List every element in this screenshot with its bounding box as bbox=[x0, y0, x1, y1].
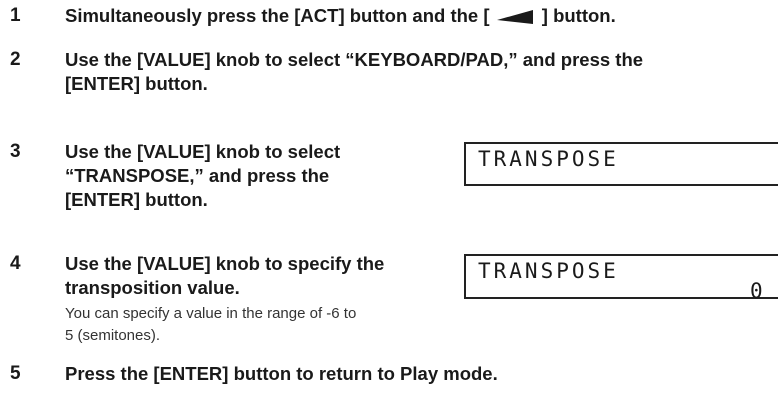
step-number: 3 bbox=[10, 141, 21, 162]
note-line: You can specify a value in the range of … bbox=[65, 305, 357, 322]
step-instruction: Simultaneously press the [ACT] button an… bbox=[65, 4, 616, 28]
instruction-line: transposition value. bbox=[65, 277, 240, 298]
left-arrow-icon bbox=[496, 10, 533, 25]
lcd-display: TRANSPOSE 0 bbox=[464, 254, 778, 303]
step-instruction: Use the [VALUE] knob to select “KEYBOARD… bbox=[65, 48, 643, 96]
note-line: 5 (semitones). bbox=[65, 327, 161, 344]
instruction-line: Use the [VALUE] knob to select bbox=[65, 141, 341, 162]
instruction-text: Simultaneously press the [ACT] button an… bbox=[65, 5, 490, 26]
step-instruction: Use the [VALUE] knob to select “TRANSPOS… bbox=[65, 140, 340, 212]
instruction-line: [ENTER] button. bbox=[65, 189, 208, 210]
step-number: 2 bbox=[10, 49, 21, 70]
lcd-display: TRANSPOSE bbox=[464, 142, 778, 186]
step-instruction: Use the [VALUE] knob to specify the tran… bbox=[65, 252, 384, 300]
instruction-text: ] button. bbox=[541, 5, 616, 26]
instruction-line: Press the [ENTER] button to return to Pl… bbox=[65, 363, 498, 384]
step-number: 4 bbox=[10, 253, 21, 274]
instruction-line: Use the [VALUE] knob to specify the bbox=[65, 253, 385, 274]
instruction-line: [ENTER] button. bbox=[65, 73, 208, 94]
lcd-text: TRANSPOSE bbox=[478, 259, 619, 283]
step-number: 1 bbox=[10, 5, 21, 26]
step-note: You can specify a value in the range of … bbox=[65, 303, 356, 347]
lcd-value: 0 bbox=[750, 279, 763, 303]
instruction-line: Use the [VALUE] knob to select “KEYBOARD… bbox=[65, 49, 644, 70]
step-instruction: Press the [ENTER] button to return to Pl… bbox=[65, 362, 498, 386]
lcd-text: TRANSPOSE bbox=[478, 147, 619, 171]
step-number: 5 bbox=[10, 363, 21, 384]
instruction-line: “TRANSPOSE,” and press the bbox=[65, 165, 330, 186]
